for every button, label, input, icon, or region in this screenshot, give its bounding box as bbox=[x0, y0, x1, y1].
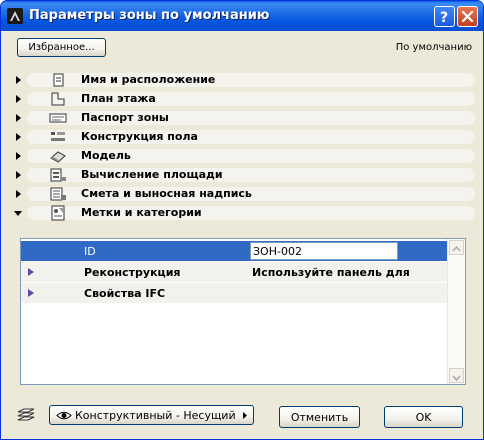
panel-label: Имя и расположение bbox=[81, 73, 216, 86]
default-settings-label: По умолчанию bbox=[395, 42, 472, 53]
close-icon bbox=[461, 10, 474, 23]
vertical-scrollbar[interactable] bbox=[447, 239, 465, 384]
scroll-up-button[interactable] bbox=[449, 240, 464, 255]
panel-floor-construction[interactable]: Конструкция пола bbox=[9, 128, 475, 146]
expand-arrow-icon[interactable] bbox=[12, 74, 24, 86]
layer-select[interactable]: Конструктивный - Несущий bbox=[49, 405, 254, 425]
panel-label: Паспорт зоны bbox=[81, 111, 169, 124]
layers-icon bbox=[17, 408, 35, 421]
panel-label: Смета и выносная надпись bbox=[81, 187, 252, 200]
question-icon: ? bbox=[440, 10, 448, 26]
ok-button[interactable]: OK bbox=[384, 406, 463, 428]
panel-tags-categories[interactable]: Метки и категории bbox=[9, 204, 475, 222]
panel-label: Конструкция пола bbox=[81, 130, 198, 143]
help-button[interactable]: ? bbox=[434, 6, 455, 27]
panel-label: Модель bbox=[81, 149, 131, 162]
id-value-input[interactable]: ЗОН-002 bbox=[250, 242, 398, 260]
panel-model[interactable]: Модель bbox=[9, 147, 475, 165]
expand-triangle-icon[interactable] bbox=[27, 267, 35, 277]
floor-plan-icon bbox=[51, 92, 65, 106]
layer-select-value: Конструктивный - Несущий bbox=[75, 409, 236, 422]
archicad-app-icon bbox=[7, 8, 23, 24]
grid-row-id[interactable]: ID ЗОН-002 bbox=[21, 241, 448, 261]
expand-arrow-icon[interactable] bbox=[12, 169, 24, 181]
name-location-icon bbox=[53, 73, 64, 87]
expand-arrow-icon[interactable] bbox=[12, 150, 24, 162]
tags-categories-icon bbox=[51, 205, 65, 221]
zone-stamp-icon bbox=[49, 113, 67, 123]
listing-label-icon bbox=[50, 187, 66, 201]
dialog-body: Избранное... По умолчанию Имя и располож… bbox=[4, 31, 480, 437]
tags-categories-grid[interactable]: ID ЗОН-002 Реконструкция Используйте пан… bbox=[20, 238, 466, 385]
close-button[interactable] bbox=[457, 6, 478, 27]
floor-construction-icon bbox=[51, 132, 65, 141]
chevron-right-icon bbox=[243, 412, 247, 419]
expand-arrow-icon[interactable] bbox=[12, 93, 24, 105]
scroll-down-button[interactable] bbox=[449, 368, 464, 383]
row-value: Используйте панель для bbox=[252, 266, 410, 279]
dialog-window: Параметры зоны по умолчанию ? Избранное.… bbox=[0, 0, 484, 440]
expand-triangle-icon[interactable] bbox=[27, 288, 35, 298]
favorites-button[interactable]: Избранное... bbox=[17, 38, 106, 57]
panel-label: Метки и категории bbox=[81, 206, 202, 219]
grid-row-ifc-properties[interactable]: Свойства IFC bbox=[21, 283, 448, 303]
expand-arrow-icon[interactable] bbox=[12, 112, 24, 124]
collapse-arrow-icon[interactable] bbox=[12, 207, 24, 219]
grid-row-renovation[interactable]: Реконструкция Используйте панель для bbox=[21, 262, 448, 282]
model-icon bbox=[50, 151, 66, 163]
row-name: Свойства IFC bbox=[84, 287, 166, 300]
panel-area-calculation[interactable]: Вычисление площади bbox=[9, 166, 475, 184]
scroll-up-icon bbox=[452, 245, 461, 252]
scroll-down-icon bbox=[452, 375, 461, 382]
panel-name-location[interactable]: Имя и расположение bbox=[9, 71, 475, 89]
row-name: Реконструкция bbox=[84, 266, 181, 279]
id-value: ЗОН-002 bbox=[253, 245, 302, 258]
svg-text:?: ? bbox=[440, 10, 448, 26]
panel-label: План этажа bbox=[81, 92, 156, 105]
cancel-button[interactable]: Отменить bbox=[279, 406, 360, 428]
area-calculation-icon bbox=[50, 168, 66, 182]
title-bar[interactable]: Параметры зоны по умолчанию ? bbox=[1, 1, 483, 31]
panel-zone-stamp[interactable]: Паспорт зоны bbox=[9, 109, 475, 127]
expand-arrow-icon[interactable] bbox=[12, 188, 24, 200]
panel-label: Вычисление площади bbox=[81, 168, 223, 181]
window-title: Параметры зоны по умолчанию bbox=[29, 8, 270, 23]
eye-icon bbox=[56, 411, 72, 420]
row-name: ID bbox=[84, 245, 96, 258]
panel-floor-plan[interactable]: План этажа bbox=[9, 90, 475, 108]
panel-listing-label[interactable]: Смета и выносная надпись bbox=[9, 185, 475, 203]
expand-arrow-icon[interactable] bbox=[12, 131, 24, 143]
